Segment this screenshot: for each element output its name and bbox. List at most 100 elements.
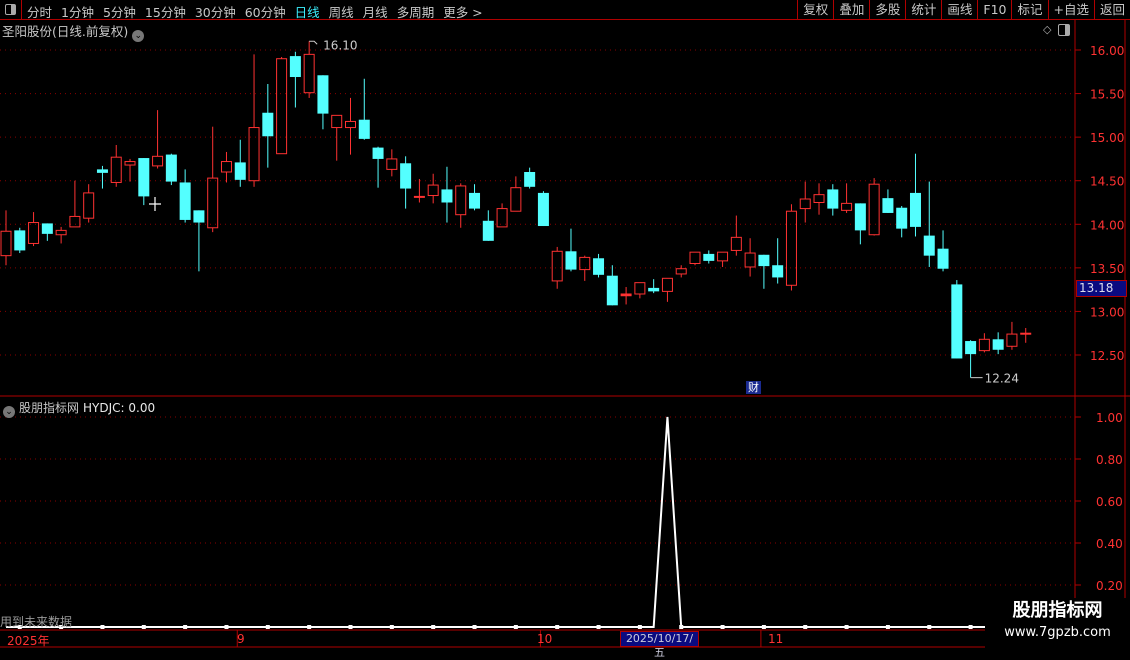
finance-marker[interactable]: 财	[746, 381, 761, 394]
watermark: 股朋指标网 www.7gpzb.com	[985, 598, 1130, 650]
diamond-icon[interactable]: ◇	[1043, 23, 1051, 36]
date-label-oct: 10	[537, 632, 553, 646]
period-tabs: 分时 1分钟 5分钟 15分钟 30分钟 60分钟 日线 周线 月线 多周期 更多 >	[27, 2, 483, 21]
candle-down	[758, 254, 770, 267]
candle-up	[28, 222, 40, 244]
period-tab[interactable]: 分时	[27, 2, 52, 21]
indicator-point	[348, 625, 353, 629]
stock-title[interactable]: 圣阳股份(日线.前复权) ⌄	[2, 21, 145, 42]
candle-down	[289, 56, 301, 78]
candle-up	[675, 268, 687, 275]
indicator-point	[844, 625, 849, 629]
candle-up	[110, 156, 122, 183]
chevron-down-icon[interactable]: ⌄	[132, 30, 145, 42]
indicator-tick-label: 0.40	[1096, 537, 1123, 551]
candle-down	[482, 220, 494, 241]
low-price-label: 12.24	[985, 372, 1019, 386]
action-button[interactable]: F10	[977, 0, 1011, 19]
candle-down	[827, 189, 839, 209]
indicator-point	[637, 625, 642, 629]
indicator-point	[431, 625, 436, 629]
candle-up	[579, 256, 591, 271]
crosshair-cursor-icon	[149, 197, 161, 211]
action-button[interactable]: 多股	[869, 0, 905, 19]
action-buttons: 复权 叠加 多股 统计 画线 F10 标记 +自选 返回	[797, 0, 1130, 19]
candle-down	[400, 163, 412, 189]
candle-up	[331, 114, 343, 129]
action-button[interactable]: 统计	[905, 0, 941, 19]
future-data-note: 用到未来数据	[0, 615, 73, 629]
action-button[interactable]: 返回	[1093, 0, 1130, 19]
candle-up	[978, 338, 990, 352]
indicator-point	[803, 625, 808, 629]
candle-up	[276, 58, 288, 155]
candle-up	[455, 185, 467, 216]
candle-down	[923, 235, 935, 256]
candle-up	[1006, 333, 1018, 347]
candle-down	[165, 154, 177, 182]
candle-up	[551, 250, 563, 282]
high-price-label: 16.10	[323, 38, 357, 52]
action-button[interactable]: +自选	[1047, 0, 1094, 19]
date-label-nov: 11	[768, 632, 784, 646]
candle-up	[248, 127, 260, 182]
candle-down	[937, 248, 949, 269]
date-label-sep: 9	[237, 632, 245, 646]
candle-up	[69, 215, 81, 228]
top-toolbar: 分时 1分钟 5分钟 15分钟 30分钟 60分钟 日线 周线 月线 多周期 更多 > 复权 叠加 多股…	[0, 0, 1130, 20]
period-tab[interactable]: 1分钟	[61, 2, 94, 21]
date-label-year: 2025年	[7, 634, 50, 648]
indicator-name: 股朋指标网	[19, 401, 80, 415]
candle-up	[0, 230, 12, 257]
indicator-line	[6, 416, 1026, 628]
action-button[interactable]: 叠加	[833, 0, 869, 19]
candle-down	[909, 192, 921, 227]
candle-down	[648, 287, 660, 292]
action-button[interactable]: 复权	[797, 0, 833, 19]
indicator-point	[596, 625, 601, 629]
price-tick-label: 15.00	[1090, 131, 1124, 145]
indicator-value: HYDJC: 0.00	[83, 401, 156, 415]
period-tab[interactable]: 更多 >	[443, 2, 482, 21]
period-tab[interactable]: 5分钟	[103, 2, 136, 21]
candle-down	[882, 198, 894, 213]
period-tab[interactable]: 15分钟	[145, 2, 186, 21]
action-button[interactable]: 画线	[941, 0, 977, 19]
period-tab[interactable]: 月线	[363, 2, 388, 21]
candle-down	[951, 284, 963, 359]
candle-up	[55, 229, 67, 236]
candle-down	[593, 258, 605, 275]
candle-up	[427, 184, 439, 197]
chevron-down-icon[interactable]: ⌄	[3, 406, 15, 418]
indicator-title[interactable]: ⌄ 股朋指标网 HYDJC: 0.00	[3, 399, 155, 418]
candle-down	[317, 75, 329, 114]
price-tick-label: 15.50	[1090, 88, 1124, 102]
candle-down	[854, 203, 866, 231]
candle-down	[358, 119, 370, 139]
period-tab[interactable]: 多周期	[397, 2, 435, 21]
indicator-point	[141, 625, 146, 629]
period-tab[interactable]: 60分钟	[245, 2, 286, 21]
chart-canvas[interactable]: 16.00 15.50 15.00 14.50 14.00 13.50 13.00 12.50…	[0, 0, 1130, 650]
indicator-point	[720, 625, 725, 629]
price-tick-label: 14.00	[1090, 218, 1124, 232]
panel-toggle-icon[interactable]	[1058, 24, 1070, 36]
price-tick-label: 12.50	[1090, 349, 1124, 363]
period-tab[interactable]: 日线	[295, 2, 320, 21]
candle-up	[689, 251, 701, 264]
candle-up	[83, 192, 95, 219]
indicator-tick-label: 1.00	[1096, 411, 1123, 425]
period-tab[interactable]: 30分钟	[195, 2, 236, 21]
cursor-price-label: 13.18	[1076, 280, 1127, 297]
indicator-point	[265, 625, 270, 629]
period-tab[interactable]: 周线	[329, 2, 354, 21]
action-button[interactable]: 标记	[1011, 0, 1047, 19]
candle-up	[303, 53, 315, 94]
candle-down	[372, 147, 384, 159]
candle-down	[606, 275, 618, 306]
candle-up	[744, 252, 756, 268]
panel-toggle-icon[interactable]	[0, 0, 22, 19]
candle-up	[661, 277, 673, 292]
candle-up	[730, 236, 742, 251]
candle-down	[262, 112, 274, 137]
